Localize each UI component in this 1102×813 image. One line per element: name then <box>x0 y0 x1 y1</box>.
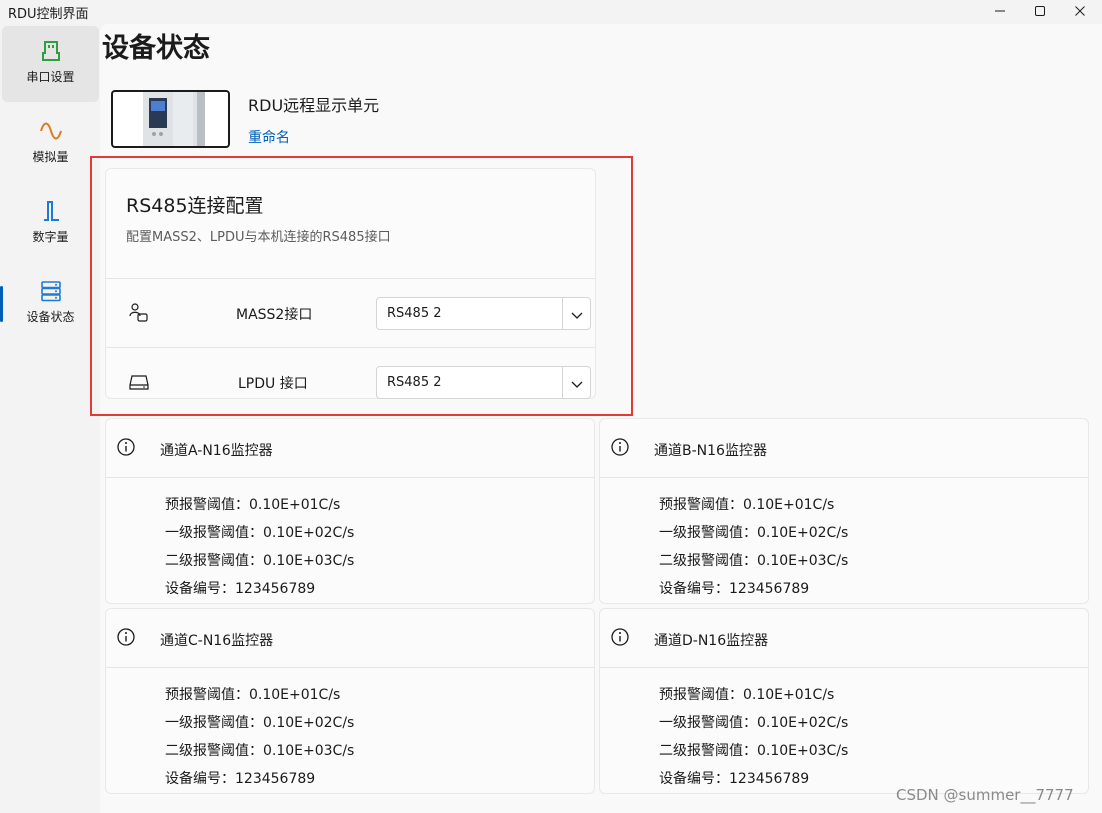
level1-alarm-threshold: 一级报警阈值：0.10E+02C/s <box>659 525 849 541</box>
divider <box>600 477 1088 478</box>
device-name: RDU远程显示单元 <box>248 96 380 115</box>
monitor-title: 通道C-N16监控器 <box>160 633 274 649</box>
monitor-title: 通道B-N16监控器 <box>654 443 767 459</box>
device-image <box>111 90 230 148</box>
info-icon <box>611 628 629 646</box>
rename-link[interactable]: 重命名 <box>248 127 290 147</box>
server-stack-icon <box>40 281 61 302</box>
watermark-text: CSDN @summer__7777 <box>896 786 1074 804</box>
sidebar-item-device-status[interactable]: 设备状态 <box>2 266 99 342</box>
level2-alarm-threshold: 二级报警阈值：0.10E+03C/s <box>659 553 849 569</box>
close-button[interactable] <box>1062 0 1098 22</box>
divider <box>106 477 594 478</box>
monitor-card-c: 通道C-N16监控器 预报警阈值：0.10E+01C/s 一级报警阈值：0.10… <box>105 608 595 794</box>
device-picture <box>143 92 205 146</box>
pre-alarm-threshold: 预报警阈值：0.10E+01C/s <box>165 687 341 703</box>
window-title: RDU控制界面 <box>8 7 89 22</box>
monitor-card-d: 通道D-N16监控器 预报警阈值：0.10E+01C/s 一级报警阈值：0.10… <box>599 608 1089 794</box>
title-bar: RDU控制界面 <box>0 0 1102 24</box>
sidebar-item-analog[interactable]: 模拟量 <box>2 106 99 182</box>
device-number: 设备编号：123456789 <box>165 771 316 787</box>
digital-signal-icon <box>43 201 59 221</box>
sidebar-item-label: 串口设置 <box>26 70 75 84</box>
level1-alarm-threshold: 一级报警阈值：0.10E+02C/s <box>165 715 355 731</box>
info-icon <box>117 628 135 646</box>
level2-alarm-threshold: 二级报警阈值：0.10E+03C/s <box>165 743 355 759</box>
sidebar-item-label: 设备状态 <box>26 310 75 324</box>
maximize-button[interactable] <box>1022 0 1058 22</box>
selection-indicator <box>0 286 3 322</box>
divider <box>600 667 1088 668</box>
monitor-card-b: 通道B-N16监控器 预报警阈值：0.10E+01C/s 一级报警阈值：0.10… <box>599 418 1089 604</box>
sidebar: 串口设置 模拟量 数字量 设备状态 <box>0 24 100 813</box>
level1-alarm-threshold: 一级报警阈值：0.10E+02C/s <box>659 715 849 731</box>
divider <box>106 667 594 668</box>
sine-wave-icon <box>39 122 62 140</box>
pre-alarm-threshold: 预报警阈值：0.10E+01C/s <box>659 497 835 513</box>
level2-alarm-threshold: 二级报警阈值：0.10E+03C/s <box>165 553 355 569</box>
maximize-icon <box>1035 6 1045 16</box>
highlight-box <box>90 156 633 416</box>
monitor-title: 通道A-N16监控器 <box>160 443 273 459</box>
device-number: 设备编号：123456789 <box>659 581 810 597</box>
pre-alarm-threshold: 预报警阈值：0.10E+01C/s <box>659 687 835 703</box>
monitor-title: 通道D-N16监控器 <box>654 633 769 649</box>
minimize-icon <box>995 10 1005 12</box>
sidebar-item-digital[interactable]: 数字量 <box>2 186 99 262</box>
level1-alarm-threshold: 一级报警阈值：0.10E+02C/s <box>165 525 355 541</box>
close-icon <box>1075 6 1085 16</box>
minimize-button[interactable] <box>982 0 1018 22</box>
info-icon <box>117 438 135 456</box>
device-number: 设备编号：123456789 <box>165 581 316 597</box>
sidebar-item-serial[interactable]: 串口设置 <box>2 26 99 102</box>
pre-alarm-threshold: 预报警阈值：0.10E+01C/s <box>165 497 341 513</box>
level2-alarm-threshold: 二级报警阈值：0.10E+03C/s <box>659 743 849 759</box>
sidebar-item-label: 模拟量 <box>32 150 69 164</box>
sidebar-item-label: 数字量 <box>32 230 69 244</box>
monitor-card-a: 通道A-N16监控器 预报警阈值：0.10E+01C/s 一级报警阈值：0.10… <box>105 418 595 604</box>
info-icon <box>611 438 629 456</box>
page-title: 设备状态 <box>102 33 210 64</box>
device-number: 设备编号：123456789 <box>659 771 810 787</box>
serial-port-icon <box>41 41 60 61</box>
